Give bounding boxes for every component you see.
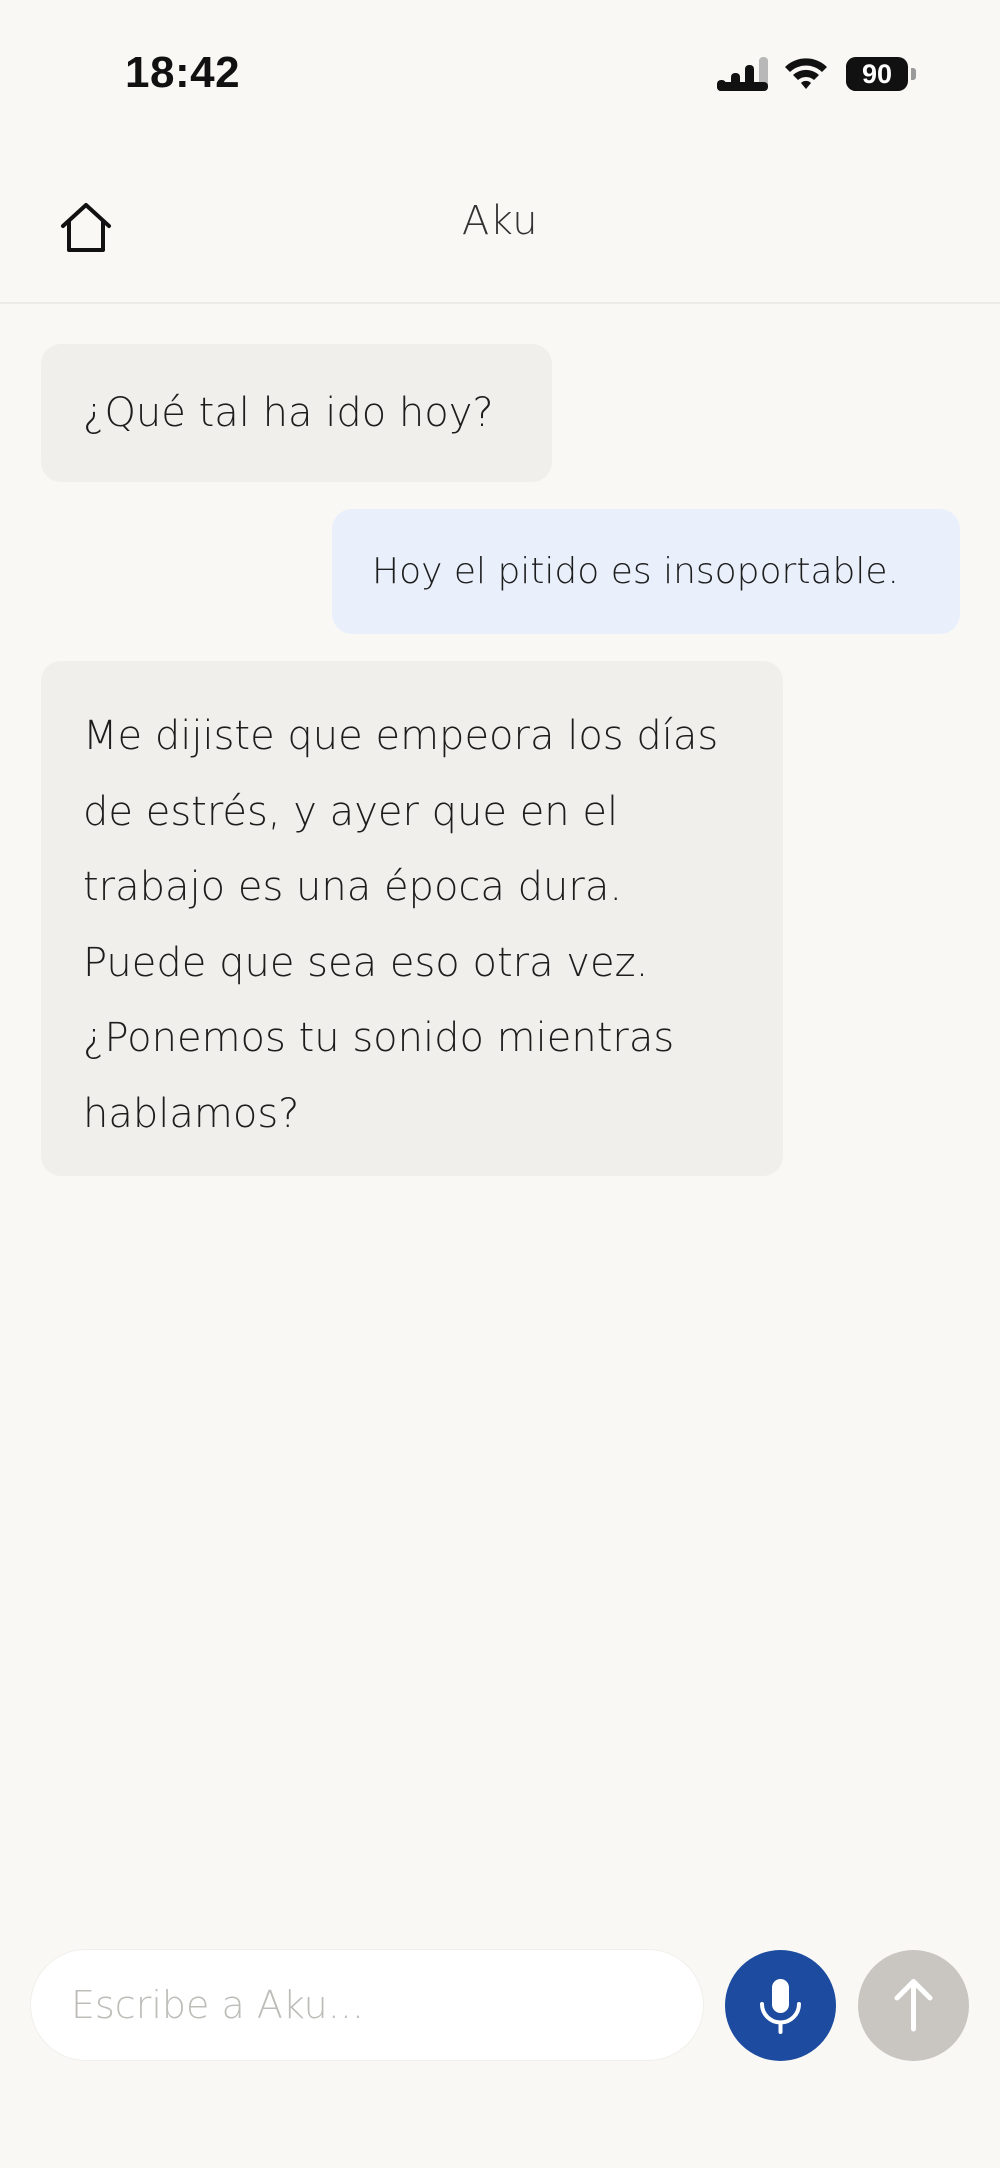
status-time: 18:42 [125, 48, 241, 97]
battery-cap [911, 68, 916, 80]
assistant-message: Me dijiste que empeora los días de estré… [41, 661, 783, 1176]
arrow-up-icon [894, 1979, 933, 2032]
app-header: Aku [0, 150, 1000, 304]
assistant-message: ¿Qué tal ha ido hoy? [41, 344, 552, 482]
wifi-icon [785, 58, 827, 89]
status-bar: 18:42 90 [0, 0, 1000, 150]
message-input[interactable] [31, 1950, 703, 2060]
battery-percent: 90 [861, 59, 893, 89]
composer-bar [0, 1940, 1000, 2070]
chat-screen: 18:42 90 Aku ¿Qué tal ha ido hoy? Hoy el… [0, 0, 1000, 2168]
cellular-signal-icon [717, 57, 768, 91]
battery-indicator: 90 [846, 57, 916, 91]
user-message: Hoy el pitido es insoportable. [332, 509, 960, 634]
microphone-button[interactable] [725, 1950, 836, 2061]
send-button[interactable] [858, 1950, 969, 2061]
page-title: Aku [461, 198, 539, 244]
microphone-icon [760, 1979, 801, 2034]
